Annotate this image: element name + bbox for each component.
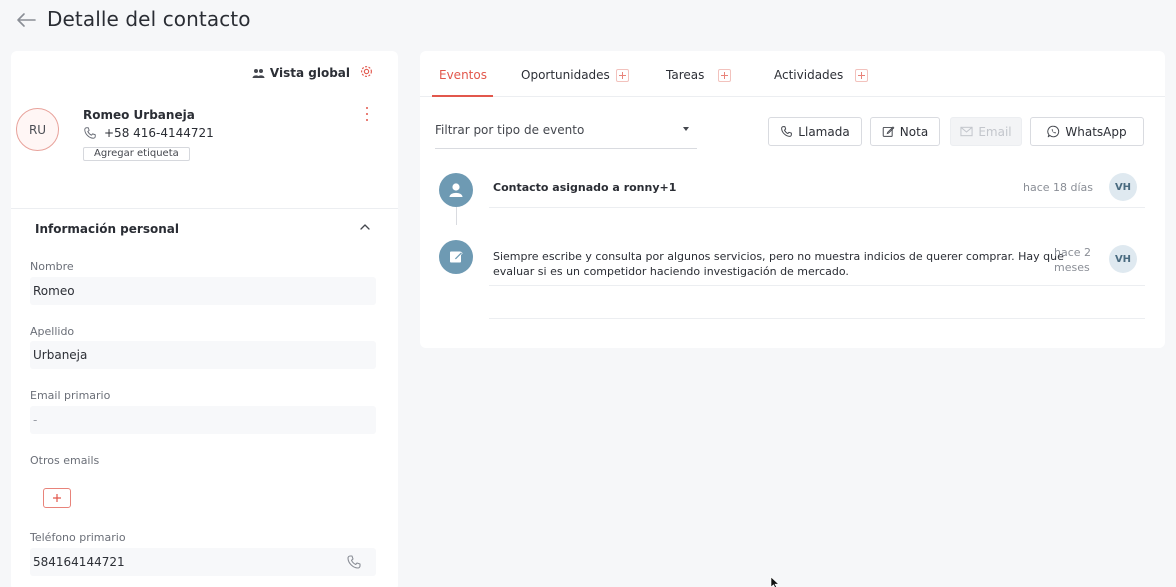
event-note-line: Siempre escribe y consulta por algunos s… <box>493 250 1064 263</box>
timeline-connector <box>456 207 457 225</box>
tab-label: Actividades <box>774 68 844 82</box>
phone-icon[interactable] <box>346 554 362 570</box>
event-time: hace 2 meses <box>1054 245 1091 275</box>
edit-note-icon <box>882 126 895 137</box>
global-view-button[interactable]: Vista global <box>252 66 350 80</box>
field-label-email: Email primario <box>30 389 111 402</box>
add-email-button[interactable] <box>43 488 71 508</box>
event-text-target[interactable]: ronny+1 <box>624 181 677 194</box>
mail-icon <box>960 126 973 137</box>
whatsapp-icon <box>1047 125 1060 138</box>
field-label-otros-emails: Otros emails <box>30 454 100 467</box>
divider <box>11 208 398 209</box>
gear-icon[interactable] <box>359 64 374 79</box>
contact-panel: Vista global RU Romeo Urbaneja +58 416-4… <box>11 51 398 587</box>
whatsapp-button-label: WhatsApp <box>1065 124 1127 139</box>
event-time-line: hace 2 <box>1054 246 1092 259</box>
phone-icon <box>781 126 793 137</box>
event-separator <box>489 285 1145 286</box>
nombre-field[interactable]: Romeo <box>30 277 376 305</box>
caret-down-icon <box>683 127 689 131</box>
note-icon <box>450 251 463 263</box>
telefono-field[interactable]: 584164144721 <box>30 548 376 576</box>
back-arrow-icon[interactable] <box>14 10 38 30</box>
event-time-line: meses <box>1054 261 1090 274</box>
mouse-cursor-icon <box>770 577 780 587</box>
event-type-filter[interactable]: Filtrar por tipo de evento <box>435 121 697 149</box>
section-title: Información personal <box>35 222 179 236</box>
filter-placeholder: Filtrar por tipo de evento <box>435 123 585 137</box>
tab-label: Eventos <box>439 68 487 82</box>
field-label-apellido: Apellido <box>30 325 75 338</box>
user-badge: VH <box>1109 173 1137 201</box>
more-options-icon[interactable] <box>364 107 370 121</box>
active-tab-indicator <box>432 95 493 97</box>
page-header: Detalle del contacto <box>0 0 1176 44</box>
tab-oportunidades[interactable]: Oportunidades <box>521 68 629 82</box>
event-separator <box>489 318 1145 319</box>
email-button-label: Email <box>978 124 1012 139</box>
tab-tareas[interactable]: Tareas <box>666 68 732 82</box>
event-assignment-text: Contacto asignado a ronny+1 <box>493 180 676 195</box>
add-tag-button[interactable]: Agregar etiqueta <box>83 147 190 161</box>
event-avatar <box>439 240 473 274</box>
email-button[interactable]: Email <box>950 117 1022 146</box>
call-button-label: Llamada <box>798 124 850 139</box>
note-button[interactable]: Nota <box>870 117 940 146</box>
user-badge: VH <box>1109 245 1137 273</box>
field-label-telefono: Teléfono primario <box>30 531 126 544</box>
event-note-line: evaluar si es un competidor haciendo inv… <box>493 265 849 278</box>
add-oportunidad-icon[interactable] <box>615 68 629 82</box>
event-separator <box>489 207 1145 208</box>
apellido-field[interactable]: Urbaneja <box>30 341 376 369</box>
call-button[interactable]: Llamada <box>768 117 862 146</box>
events-panel: Eventos Oportunidades Tareas Actividades… <box>420 51 1165 348</box>
whatsapp-button[interactable]: WhatsApp <box>1030 117 1144 146</box>
add-actividad-icon[interactable] <box>855 68 869 82</box>
user-icon <box>449 183 463 197</box>
chevron-up-icon[interactable] <box>359 222 371 232</box>
event-avatar <box>439 173 473 207</box>
contact-name: Romeo Urbaneja <box>83 108 195 122</box>
tab-label: Oportunidades <box>521 68 610 82</box>
event-note-text: Siempre escribe y consulta por algunos s… <box>493 249 1064 279</box>
telefono-value: 584164144721 <box>33 555 125 569</box>
global-view-label: Vista global <box>269 66 350 80</box>
tab-label: Tareas <box>666 68 705 82</box>
add-tarea-icon[interactable] <box>718 68 732 82</box>
tab-actividades[interactable]: Actividades <box>774 68 869 82</box>
phone-icon <box>84 127 96 139</box>
contact-phone: +58 416-4144721 <box>83 126 214 140</box>
contact-avatar: RU <box>16 108 59 151</box>
field-label-nombre: Nombre <box>30 260 74 273</box>
tab-eventos[interactable]: Eventos <box>439 68 487 82</box>
tab-bar: Eventos Oportunidades Tareas Actividades <box>420 51 1165 97</box>
plus-icon <box>53 494 61 502</box>
event-text-prefix: Contacto asignado a <box>493 181 624 194</box>
event-time: hace 18 días <box>1023 181 1094 194</box>
page-title: Detalle del contacto <box>47 7 251 31</box>
note-button-label: Nota <box>899 124 929 139</box>
users-icon <box>252 68 265 78</box>
email-field[interactable]: - <box>30 406 376 434</box>
contact-phone-text: +58 416-4144721 <box>104 126 214 140</box>
